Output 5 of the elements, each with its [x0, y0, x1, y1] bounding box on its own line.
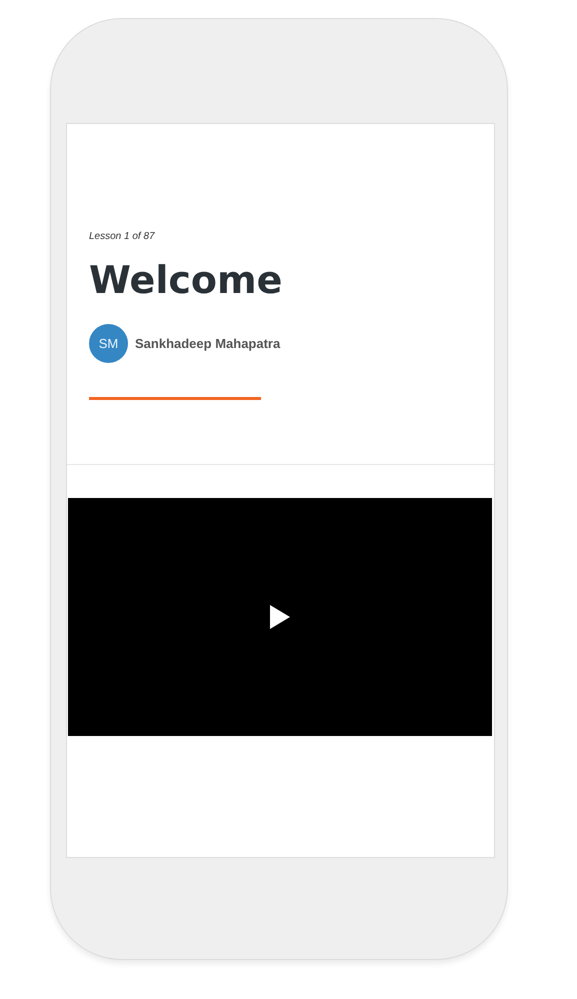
play-icon[interactable] [270, 605, 290, 629]
lesson-counter: Lesson 1 of 87 [89, 231, 155, 242]
author-avatar: SM [89, 324, 128, 363]
author-name: Sankhadeep Mahapatra [135, 336, 280, 351]
lesson-title: Welcome [89, 258, 282, 302]
